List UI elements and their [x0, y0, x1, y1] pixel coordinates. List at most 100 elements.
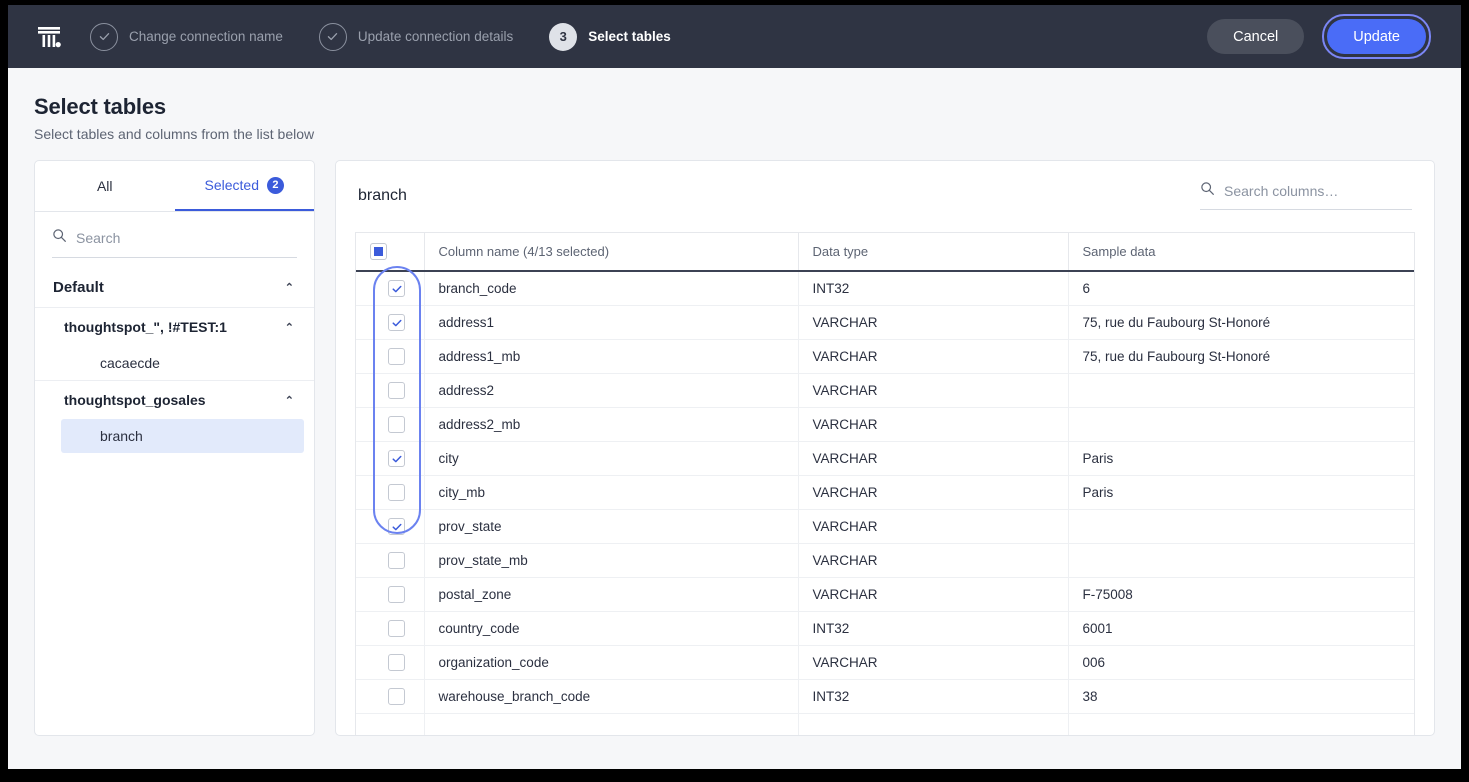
row-checkbox[interactable]: [388, 654, 405, 671]
cell-column-name: organization_code: [424, 646, 798, 680]
cell-data-type: VARCHAR: [798, 510, 1068, 544]
tree-schema-thoughtspot-gosales[interactable]: thoughtspot_gosales ⌃: [35, 380, 314, 419]
row-checkbox-cell: [356, 408, 424, 442]
tab-selected[interactable]: Selected 2: [175, 161, 315, 211]
row-checkbox-cell: [356, 680, 424, 714]
table-row[interactable]: warehouse_branch_codeINT3238: [356, 680, 1414, 714]
row-checkbox[interactable]: [388, 484, 405, 501]
tree-table-branch[interactable]: branch: [61, 419, 304, 453]
table-row[interactable]: prov_state_mbVARCHAR: [356, 544, 1414, 578]
cell-data-type: INT32: [798, 612, 1068, 646]
cell-sample-data: [1068, 408, 1414, 442]
update-button-focus-ring: Update: [1322, 14, 1431, 59]
wizard-step-update-connection-details[interactable]: Update connection details: [319, 23, 513, 51]
row-checkbox[interactable]: [388, 552, 405, 569]
wizard-step-3-label: Select tables: [588, 29, 671, 44]
tree-schema-thoughtspot-test-label: thoughtspot_", !#TEST:1: [64, 319, 227, 335]
table-row[interactable]: country_codeINT326001: [356, 612, 1414, 646]
row-checkbox-cell: [356, 578, 424, 612]
cell-column-name: city: [424, 442, 798, 476]
header-data-type: Data type: [798, 233, 1068, 271]
step-1-check-icon: [90, 23, 118, 51]
row-checkbox-cell: [356, 544, 424, 578]
sidebar-search[interactable]: [52, 228, 297, 258]
thoughtspot-logo-icon: [32, 20, 66, 54]
cell-data-type: INT32: [798, 271, 1068, 306]
column-search-input[interactable]: [1224, 183, 1412, 199]
row-checkbox-cell: [356, 306, 424, 340]
columns-panel: branch: [335, 160, 1435, 736]
header-column-name: Column name (4/13 selected): [424, 233, 798, 271]
wizard-step-2-label: Update connection details: [358, 29, 513, 44]
tab-all[interactable]: All: [35, 161, 175, 211]
cell-column-name: postal_zone: [424, 578, 798, 612]
row-checkbox[interactable]: [388, 688, 405, 705]
select-all-checkbox[interactable]: [370, 243, 387, 260]
table-row[interactable]: postal_zoneVARCHARF-75008: [356, 578, 1414, 612]
chevron-up-icon: ⌃: [285, 394, 294, 407]
cell-column-name: country_code: [424, 612, 798, 646]
table-row[interactable]: prov_stateVARCHAR: [356, 510, 1414, 544]
search-icon: [52, 228, 67, 248]
table-row[interactable]: address1VARCHAR75, rue du Faubourg St-Ho…: [356, 306, 1414, 340]
cell-sample-data: 006: [1068, 646, 1414, 680]
cancel-button[interactable]: Cancel: [1207, 19, 1304, 54]
step-3-number: 3: [549, 23, 577, 51]
cell-column-name: prov_state: [424, 510, 798, 544]
row-checkbox[interactable]: [388, 416, 405, 433]
tree-schema-thoughtspot-test[interactable]: thoughtspot_", !#TEST:1 ⌃: [35, 308, 314, 346]
cell-column-name: warehouse_branch_code: [424, 680, 798, 714]
empty-cell: [1068, 714, 1414, 735]
chevron-up-icon: ⌃: [285, 321, 294, 334]
cell-sample-data: 6: [1068, 271, 1414, 306]
column-search[interactable]: [1200, 181, 1412, 210]
empty-cell: [356, 714, 424, 735]
cell-data-type: INT32: [798, 680, 1068, 714]
tree-table-cacaecde[interactable]: cacaecde: [61, 346, 304, 380]
row-checkbox[interactable]: [388, 382, 405, 399]
search-input[interactable]: [76, 230, 297, 246]
cell-sample-data: 75, rue du Faubourg St-Honoré: [1068, 306, 1414, 340]
wizard-step-select-tables[interactable]: 3 Select tables: [549, 23, 671, 51]
cell-sample-data: Paris: [1068, 476, 1414, 510]
cell-column-name: branch_code: [424, 271, 798, 306]
wizard-topbar: Change connection name Update connection…: [8, 5, 1461, 68]
row-checkbox[interactable]: [388, 620, 405, 637]
columns-table: Column name (4/13 selected) Data type Sa…: [356, 233, 1414, 735]
tab-selected-badge: 2: [267, 177, 284, 194]
tree-group-default[interactable]: Default ⌃: [35, 268, 314, 308]
topbar-actions: Cancel Update: [1207, 14, 1445, 59]
cell-data-type: VARCHAR: [798, 442, 1068, 476]
row-checkbox[interactable]: [388, 280, 405, 297]
row-checkbox[interactable]: [388, 314, 405, 331]
step-2-check-icon: [319, 23, 347, 51]
cell-sample-data: [1068, 510, 1414, 544]
row-checkbox-cell: [356, 442, 424, 476]
row-checkbox[interactable]: [388, 586, 405, 603]
table-row[interactable]: address1_mbVARCHAR75, rue du Faubourg St…: [356, 340, 1414, 374]
table-row[interactable]: city_mbVARCHARParis: [356, 476, 1414, 510]
tree-group-default-label: Default: [53, 279, 104, 296]
sidebar-tabs: All Selected 2: [35, 161, 314, 212]
tab-selected-label: Selected: [205, 177, 259, 193]
tree-table-branch-label: branch: [100, 428, 143, 444]
cell-sample-data: [1068, 374, 1414, 408]
row-checkbox[interactable]: [388, 518, 405, 535]
row-checkbox[interactable]: [388, 348, 405, 365]
update-button[interactable]: Update: [1327, 19, 1426, 54]
wizard-step-1-label: Change connection name: [129, 29, 283, 44]
table-row[interactable]: branch_codeINT326: [356, 271, 1414, 306]
cell-data-type: VARCHAR: [798, 340, 1068, 374]
table-row[interactable]: address2VARCHAR: [356, 374, 1414, 408]
cell-sample-data: 6001: [1068, 612, 1414, 646]
columns-table-container: Column name (4/13 selected) Data type Sa…: [355, 232, 1415, 735]
table-row[interactable]: address2_mbVARCHAR: [356, 408, 1414, 442]
wizard-step-change-connection-name[interactable]: Change connection name: [90, 23, 283, 51]
row-checkbox-cell: [356, 374, 424, 408]
table-row[interactable]: cityVARCHARParis: [356, 442, 1414, 476]
table-row[interactable]: organization_codeVARCHAR006: [356, 646, 1414, 680]
row-checkbox[interactable]: [388, 450, 405, 467]
columns-panel-header: branch: [336, 161, 1434, 218]
cell-column-name: address1_mb: [424, 340, 798, 374]
cell-column-name: address1: [424, 306, 798, 340]
